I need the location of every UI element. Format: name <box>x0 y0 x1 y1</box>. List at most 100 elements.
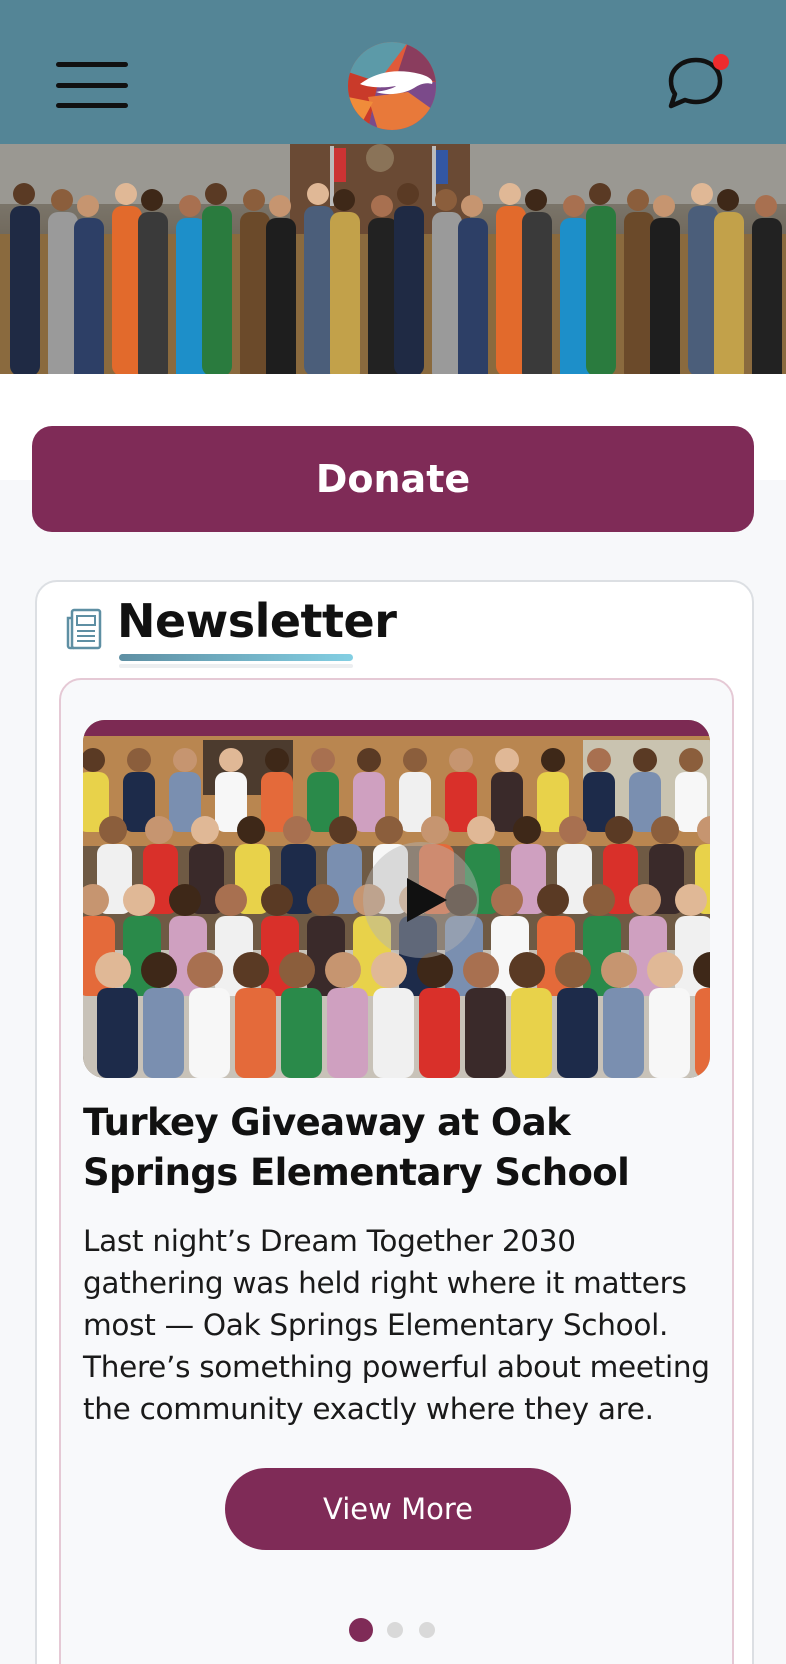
crowd-body <box>235 988 276 1078</box>
crowd-head <box>675 884 707 916</box>
play-icon <box>407 878 447 922</box>
person-body <box>112 206 142 374</box>
crowd-head <box>219 748 243 772</box>
crowd-head <box>463 952 499 988</box>
crowd-head <box>187 952 223 988</box>
crowd-head <box>233 952 269 988</box>
person-body <box>368 218 398 374</box>
crowd-head <box>123 884 155 916</box>
crowd-head <box>633 748 657 772</box>
person-head <box>627 189 649 211</box>
person-body <box>202 206 232 374</box>
crowd-head <box>215 884 247 916</box>
crowd-head <box>283 816 311 844</box>
person-head <box>563 195 585 217</box>
crowd-head <box>375 816 403 844</box>
crowd-head <box>127 748 151 772</box>
app-header <box>0 0 786 144</box>
person-head <box>115 183 137 205</box>
person-head <box>525 189 547 211</box>
person-head <box>397 183 419 205</box>
crowd-head <box>307 884 339 916</box>
person-head <box>205 183 227 205</box>
hero-group-photo <box>0 144 786 374</box>
crowd-head <box>261 884 293 916</box>
notification-dot <box>713 54 729 70</box>
crowd-body <box>511 988 552 1078</box>
person-head <box>499 183 521 205</box>
crowd-body <box>373 988 414 1078</box>
person-head <box>371 195 393 217</box>
crowd-head <box>647 952 683 988</box>
crowd-body <box>465 988 506 1078</box>
newsletter-card: Newsletter Turkey Giveaway at Oak Spring… <box>35 580 754 1664</box>
menu-line <box>56 103 128 108</box>
crowd-head <box>601 952 637 988</box>
carousel-pagination <box>349 1618 451 1642</box>
menu-line <box>56 82 128 88</box>
article-body: Last night’s Dream Together 2030 gatheri… <box>83 1224 710 1426</box>
hamburger-menu-icon[interactable] <box>56 62 128 108</box>
person-body <box>522 212 552 374</box>
crowd-head <box>237 816 265 844</box>
person-body <box>10 206 40 374</box>
person-head <box>141 189 163 211</box>
person-body <box>688 206 718 374</box>
crowd-body <box>649 988 690 1078</box>
crowd-head <box>467 816 495 844</box>
crowd-head <box>403 748 427 772</box>
person-head <box>589 183 611 205</box>
crowd-head <box>311 748 335 772</box>
crowd-head <box>605 816 633 844</box>
view-more-button[interactable]: View More <box>225 1468 571 1550</box>
donate-button[interactable]: Donate <box>32 426 754 532</box>
crowd-body <box>143 988 184 1078</box>
person-body <box>432 212 462 374</box>
crowd-head <box>587 748 611 772</box>
crowd-head <box>679 748 703 772</box>
dove-logo[interactable] <box>348 42 436 130</box>
crowd-body <box>695 988 710 1078</box>
pagination-dot-1[interactable] <box>349 1618 373 1642</box>
person-head <box>243 189 265 211</box>
pagination-dot-2[interactable] <box>387 1622 403 1638</box>
person-head <box>653 195 675 217</box>
crowd-head <box>555 952 591 988</box>
person-head <box>179 195 201 217</box>
crowd-body <box>281 988 322 1078</box>
crowd-head <box>99 816 127 844</box>
crowd-body <box>557 988 598 1078</box>
crowd-head <box>629 884 661 916</box>
crowd-head <box>169 884 201 916</box>
person-body <box>714 212 744 374</box>
crowd-head <box>583 884 615 916</box>
crowd-head <box>145 816 173 844</box>
title-underline <box>119 654 353 661</box>
group-photo-illustration <box>0 144 786 374</box>
crowd-body <box>327 988 368 1078</box>
crowd-head <box>509 952 545 988</box>
article-card: Turkey Giveaway at Oak Springs Elementar… <box>59 678 734 1664</box>
video-thumbnail[interactable] <box>83 720 710 1078</box>
crowd-head <box>191 816 219 844</box>
person-body <box>586 206 616 374</box>
crowd-head <box>325 952 361 988</box>
crowd-head <box>495 748 519 772</box>
crowd-head <box>357 748 381 772</box>
person-body <box>458 218 488 374</box>
pagination-dot-3[interactable] <box>419 1622 435 1638</box>
crowd-head <box>491 884 523 916</box>
person-head <box>307 183 329 205</box>
crowd-body <box>419 988 460 1078</box>
person-head <box>51 189 73 211</box>
person-body <box>240 212 270 374</box>
person-body <box>752 218 782 374</box>
newspaper-icon <box>66 608 102 650</box>
crowd-head <box>513 816 541 844</box>
crowd-head <box>265 748 289 772</box>
crowd-head <box>95 952 131 988</box>
crowd-body <box>189 988 230 1078</box>
play-button[interactable] <box>363 842 479 958</box>
newsletter-title: Newsletter <box>117 594 397 648</box>
crowd-head <box>537 884 569 916</box>
